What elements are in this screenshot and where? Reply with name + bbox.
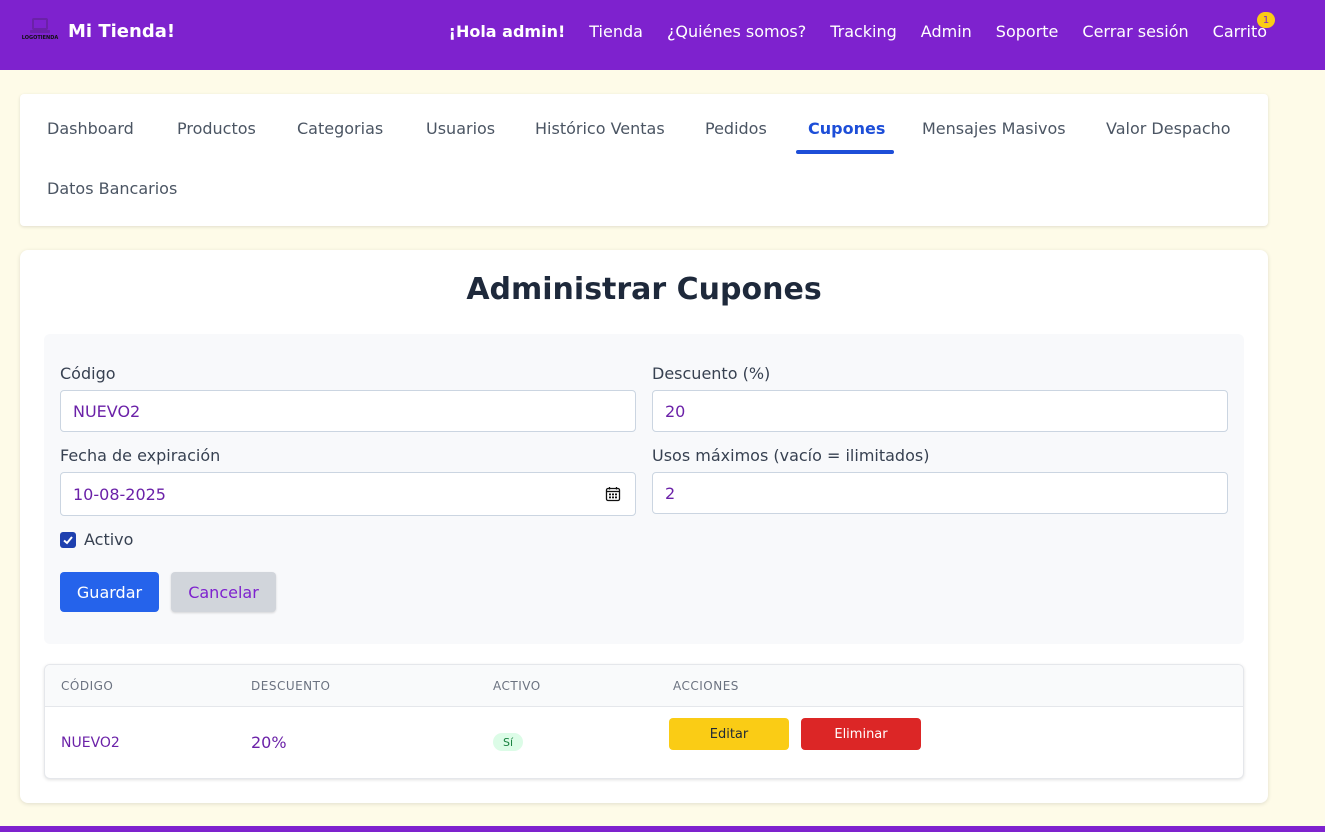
status-badge: Sí: [493, 733, 523, 751]
logo-caption: LOGOTIENDA: [21, 35, 59, 41]
tab-datos-bancarios[interactable]: Datos Bancarios: [47, 179, 177, 198]
col-header-code: CÓDIGO: [61, 679, 114, 693]
table-header: CÓDIGO DESCUENTO ACTIVO ACCIONES: [45, 665, 1243, 707]
active-checkbox-label[interactable]: Activo: [84, 530, 133, 549]
save-button[interactable]: Guardar: [60, 572, 159, 612]
max-uses-input[interactable]: [652, 472, 1228, 514]
nav-carrito[interactable]: Carrito 1: [1213, 12, 1275, 41]
brand-name[interactable]: Mi Tienda!: [68, 21, 175, 42]
tab-mensajes-masivos[interactable]: Mensajes Masivos: [922, 119, 1066, 138]
tab-categorias[interactable]: Categorias: [297, 119, 383, 138]
store-logo[interactable]: LOGOTIENDA: [22, 18, 58, 48]
coupons-table: CÓDIGO DESCUENTO ACTIVO ACCIONES NUEVO2 …: [44, 664, 1244, 779]
nav-admin[interactable]: Admin: [921, 22, 972, 41]
nav-cerrar-sesion[interactable]: Cerrar sesión: [1082, 22, 1188, 41]
nav-tienda[interactable]: Tienda: [589, 22, 643, 41]
nav-greeting[interactable]: ¡Hola admin!: [449, 22, 566, 41]
nav-tracking[interactable]: Tracking: [830, 22, 897, 41]
tab-pedidos[interactable]: Pedidos: [705, 119, 767, 138]
delete-button[interactable]: Eliminar: [801, 718, 921, 750]
code-input[interactable]: [60, 390, 636, 432]
expiry-date-input[interactable]: [60, 472, 636, 516]
cell-discount: 20%: [251, 733, 287, 752]
cell-code: NUEVO2: [61, 735, 120, 751]
col-header-discount: DESCUENTO: [251, 679, 331, 693]
nav-quienes-somos[interactable]: ¿Quiénes somos?: [667, 22, 806, 41]
cancel-button[interactable]: Cancelar: [171, 572, 276, 612]
tab-historico-ventas[interactable]: Histórico Ventas: [535, 119, 665, 138]
top-navbar: LOGOTIENDA Mi Tienda! ¡Hola admin! Tiend…: [0, 0, 1325, 70]
page-title: Administrar Cupones: [466, 272, 822, 307]
col-header-active: ACTIVO: [493, 679, 541, 693]
laptop-icon: [30, 18, 50, 33]
footer-bar: [0, 826, 1325, 832]
tab-valor-despacho[interactable]: Valor Despacho: [1106, 119, 1231, 138]
calendar-icon[interactable]: [605, 486, 621, 502]
expiry-label: Fecha de expiración: [60, 446, 221, 465]
tab-productos[interactable]: Productos: [177, 119, 256, 138]
check-icon: [63, 536, 73, 545]
admin-tabs-card: [20, 94, 1268, 226]
active-checkbox[interactable]: [60, 532, 76, 548]
nav-soporte[interactable]: Soporte: [996, 22, 1059, 41]
main-nav: ¡Hola admin! Tienda ¿Quiénes somos? Trac…: [449, 12, 1275, 41]
col-header-actions: ACCIONES: [673, 679, 739, 693]
tab-cupones[interactable]: Cupones: [808, 119, 885, 138]
tab-usuarios[interactable]: Usuarios: [426, 119, 495, 138]
cart-count-badge: 1: [1257, 12, 1275, 28]
edit-button[interactable]: Editar: [669, 718, 789, 750]
code-label: Código: [60, 364, 116, 383]
active-tab-indicator: [796, 150, 894, 154]
max-uses-label: Usos máximos (vacío = ilimitados): [652, 446, 930, 465]
discount-input[interactable]: [652, 390, 1228, 432]
tab-dashboard[interactable]: Dashboard: [47, 119, 134, 138]
discount-label: Descuento (%): [652, 364, 771, 383]
